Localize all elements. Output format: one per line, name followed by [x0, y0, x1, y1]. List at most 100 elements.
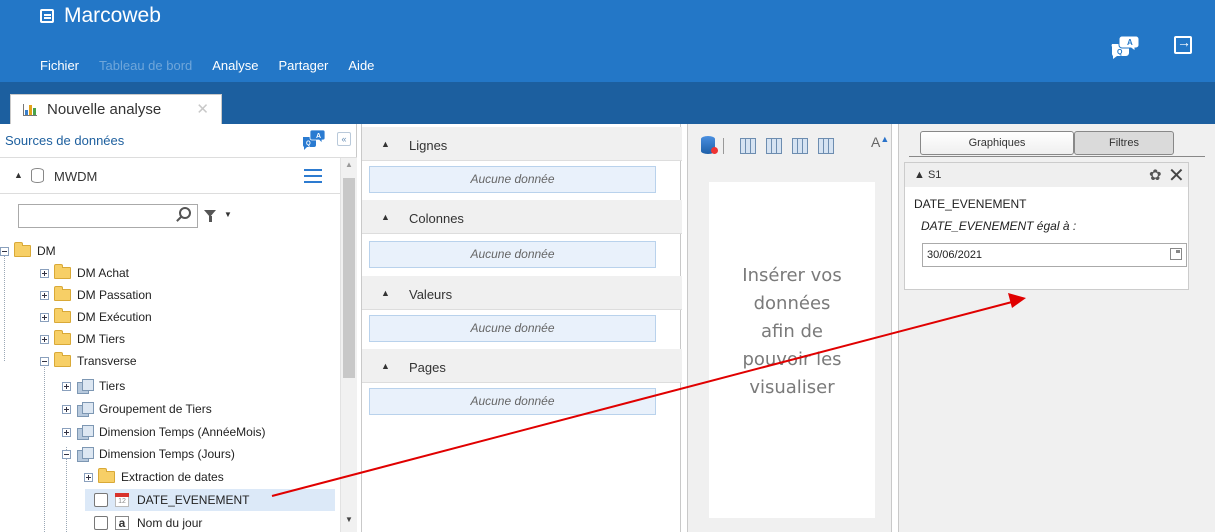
filter-date-input[interactable] — [923, 244, 1158, 266]
section-colonnes[interactable]: ▲ Colonnes — [362, 200, 682, 234]
folder-icon — [54, 308, 71, 323]
collapse-icon[interactable] — [62, 449, 71, 459]
logout-icon[interactable] — [1174, 34, 1192, 54]
tree-scrollbar[interactable]: ▲ ▼ — [340, 158, 357, 532]
visual-canvas[interactable]: Insérer vos données afin de pouvoir les … — [709, 182, 875, 518]
hamburger-menu-icon[interactable] — [304, 169, 322, 183]
tree-node-dm-achat[interactable]: DM Achat — [40, 262, 129, 284]
scrollbar-thumb[interactable] — [343, 178, 355, 378]
qa-chat-icon[interactable]: Q A — [1110, 34, 1140, 60]
collapse-icon[interactable] — [0, 246, 9, 256]
tree-node-groupement-de-tiers[interactable]: Groupement de Tiers — [62, 398, 212, 420]
tree-node-dm[interactable]: DM — [0, 240, 56, 262]
search-input[interactable] — [19, 205, 164, 227]
qa-chat-icon[interactable]: Q A — [302, 129, 326, 151]
section-label: Valeurs — [409, 287, 453, 302]
font-size-icon[interactable]: A▲ — [871, 134, 889, 150]
expand-icon[interactable] — [40, 290, 49, 300]
close-icon[interactable]: ✕ — [196, 100, 209, 118]
scroll-down-icon[interactable]: ▼ — [345, 515, 353, 524]
svg-text:Q: Q — [1117, 49, 1123, 56]
tab-graphiques[interactable]: Graphiques — [920, 131, 1074, 155]
folder-icon — [54, 286, 71, 301]
menu-partager[interactable]: Partager — [279, 58, 329, 73]
tree-node-nom-du-jour[interactable]: a Nom du jour — [94, 512, 202, 532]
scroll-up-icon[interactable]: ▲ — [345, 160, 353, 169]
dropzone-lignes[interactable]: Aucune donnée — [369, 166, 656, 193]
svg-text:A: A — [316, 133, 321, 140]
datasource-name: MWDM — [54, 169, 98, 184]
tree-node-label: Groupement de Tiers — [99, 402, 212, 416]
field-checkbox[interactable] — [94, 516, 108, 530]
section-valeurs[interactable]: ▲ Valeurs — [362, 276, 682, 310]
tab-nouvelle-analyse[interactable]: Nouvelle analyse ✕ — [10, 94, 222, 124]
menu-analyse[interactable]: Analyse — [212, 58, 258, 73]
collapse-triangle-icon[interactable]: ▲ — [381, 139, 390, 149]
expand-icon[interactable] — [40, 334, 49, 344]
visualization-panel: A▲ Insérer vos données afin de pouvoir l… — [687, 124, 892, 532]
datasource-row[interactable]: ▲ MWDM — [0, 158, 340, 194]
collapse-triangle-icon[interactable]: ▲ — [381, 212, 390, 222]
data-tree: DM DM Achat DM Passation DM Exécution DM… — [0, 238, 340, 532]
collapse-triangle-icon[interactable]: ▲ — [14, 170, 23, 180]
tree-node-date-evenement[interactable]: 12 DATE_EVENEMENT — [94, 489, 249, 511]
expand-icon[interactable] — [62, 427, 71, 437]
dropzone-pages[interactable]: Aucune donnée — [369, 388, 656, 415]
tree-node-dimension-temps-jours[interactable]: Dimension Temps (Jours) — [62, 443, 235, 465]
menu-fichier[interactable]: Fichier — [40, 58, 79, 73]
expand-icon[interactable] — [40, 268, 49, 278]
expand-icon[interactable] — [40, 312, 49, 322]
collapse-triangle-icon[interactable]: ▲ — [381, 288, 390, 298]
dropzone-colonnes[interactable]: Aucune donnée — [369, 241, 656, 268]
collapse-panel-button[interactable]: « — [337, 132, 351, 146]
database-icon[interactable] — [701, 136, 718, 154]
filter-field-name: DATE_EVENEMENT — [914, 197, 1027, 211]
tree-node-dm-passation[interactable]: DM Passation — [40, 284, 152, 306]
search-field[interactable] — [18, 204, 198, 228]
tree-node-tiers[interactable]: Tiers — [62, 375, 125, 397]
table-view-icon[interactable] — [740, 138, 756, 154]
filter-card: ▲ S1 ✿ ✕ DATE_EVENEMENT DATE_EVENEMENT é… — [904, 162, 1189, 290]
expand-icon[interactable] — [62, 381, 71, 391]
collapse-triangle-icon[interactable]: ▲ — [381, 361, 390, 371]
tree-node-dm-tiers[interactable]: DM Tiers — [40, 328, 125, 350]
chevron-down-icon[interactable]: ▼ — [224, 210, 232, 219]
search-icon[interactable] — [179, 207, 191, 219]
tab-filtres[interactable]: Filtres — [1074, 131, 1174, 155]
close-icon[interactable]: ✕ — [1168, 163, 1185, 188]
dropzone-valeurs[interactable]: Aucune donnée — [369, 315, 656, 342]
calendar-picker-icon[interactable] — [1170, 248, 1182, 260]
pivot-icon[interactable] — [792, 138, 808, 154]
tree-node-label: Nom du jour — [137, 516, 203, 530]
collapse-icon[interactable] — [40, 356, 49, 366]
database-icon — [31, 168, 44, 183]
expand-icon[interactable] — [62, 404, 71, 414]
gear-icon[interactable]: ✿ — [1149, 166, 1162, 184]
grid-icon[interactable] — [818, 138, 834, 154]
folder-icon — [54, 352, 71, 367]
tree-node-label: DM Tiers — [77, 332, 125, 346]
dimension-icon — [76, 402, 94, 417]
svg-text:A: A — [1127, 38, 1133, 47]
toolbar-separator — [723, 138, 724, 154]
field-checkbox[interactable] — [94, 493, 108, 507]
section-label: Pages — [409, 360, 446, 375]
tree-node-label: DM Passation — [77, 288, 152, 302]
folder-icon — [98, 468, 115, 483]
section-lignes[interactable]: ▲ Lignes — [362, 127, 682, 161]
tree-node-dimension-temps-anneemois[interactable]: Dimension Temps (AnnéeMois) — [62, 421, 266, 443]
text-field-icon: a — [115, 516, 129, 530]
chart-table-icon[interactable] — [766, 138, 782, 154]
tab-strip: Nouvelle analyse ✕ — [0, 82, 1215, 124]
expand-icon[interactable] — [84, 472, 93, 482]
filter-icon[interactable] — [204, 210, 216, 222]
tab-label: Nouvelle analyse — [47, 101, 162, 118]
tree-node-extraction-de-dates[interactable]: Extraction de dates — [84, 466, 224, 488]
menu-aide[interactable]: Aide — [348, 58, 374, 73]
tree-node-label: Tiers — [99, 379, 126, 393]
tree-node-dm-execution[interactable]: DM Exécution — [40, 306, 152, 328]
section-pages[interactable]: ▲ Pages — [362, 349, 682, 383]
tree-node-transverse[interactable]: Transverse — [40, 350, 137, 372]
filter-section-header[interactable]: ▲ S1 ✿ ✕ — [905, 163, 1188, 187]
filter-date-field[interactable] — [922, 243, 1187, 267]
